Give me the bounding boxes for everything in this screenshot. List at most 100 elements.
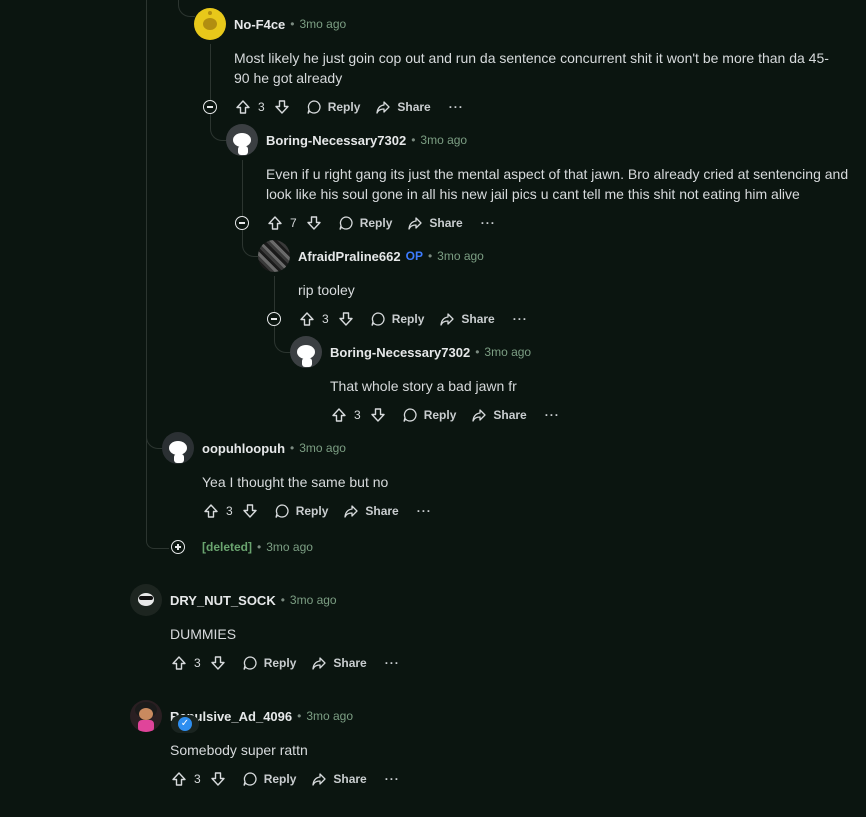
share-label: Share (333, 656, 367, 670)
avatar[interactable] (258, 240, 290, 272)
comment-author[interactable]: Boring-Necessary7302 (330, 345, 470, 360)
expand-toggle-icon[interactable] (171, 540, 185, 554)
separator-dot: • (280, 593, 285, 607)
avatar[interactable] (290, 336, 322, 368)
reply-button[interactable]: Reply (241, 654, 296, 672)
comment-time[interactable]: 3mo ago (437, 249, 484, 263)
reply-icon (273, 502, 291, 520)
share-icon (438, 310, 456, 328)
avatar[interactable] (130, 700, 162, 732)
vote-score: 7 (290, 216, 297, 230)
thread-line (274, 276, 275, 312)
comment-time[interactable]: 3mo ago (299, 441, 346, 455)
thread-curve (178, 0, 195, 17)
upvote-icon[interactable] (298, 310, 316, 328)
reply-icon (241, 770, 259, 788)
upvote-icon[interactable] (170, 770, 188, 788)
comment-header: No-F4ce • 3mo ago (194, 8, 346, 40)
share-button[interactable]: Share (342, 502, 399, 520)
verified-check-icon: ✓ (178, 717, 192, 731)
comment-author[interactable]: AfraidPraline662 (298, 249, 401, 264)
more-options-icon[interactable]: ··· (545, 408, 560, 422)
share-button[interactable]: Share (406, 214, 463, 232)
upvote-icon[interactable] (266, 214, 284, 232)
shirt-icon (138, 720, 154, 732)
share-icon (470, 406, 488, 424)
antenna-icon (208, 11, 212, 15)
separator-dot: • (290, 17, 295, 31)
upvote-icon[interactable] (202, 502, 220, 520)
share-button[interactable]: Share (310, 654, 367, 672)
comment-body: rip tooley (298, 282, 355, 298)
avatar[interactable] (194, 8, 226, 40)
comment-time[interactable]: 3mo ago (420, 133, 467, 147)
comment-header: Repulsive_Ad_4096 • 3mo ago (130, 700, 353, 732)
comment-author[interactable]: DRY_NUT_SOCK (170, 593, 276, 608)
reply-button[interactable]: Reply (337, 214, 393, 232)
downvote-icon[interactable] (209, 770, 227, 788)
more-options-icon[interactable]: ··· (513, 312, 528, 326)
more-options-icon[interactable]: ··· (385, 772, 400, 786)
vote-score: 3 (226, 504, 233, 518)
share-icon (374, 98, 392, 116)
collapse-toggle-icon[interactable] (267, 312, 281, 326)
reply-icon (305, 98, 323, 116)
share-button[interactable]: Share (374, 98, 431, 116)
share-button[interactable]: Share (470, 406, 527, 424)
comment-author[interactable]: oopuhloopuh (202, 441, 285, 456)
comment-actions: 3 Reply Share ··· (170, 651, 400, 675)
reply-icon (241, 654, 259, 672)
collapse-toggle-icon[interactable] (203, 100, 217, 114)
achievement-badge[interactable]: ✓ (171, 715, 199, 733)
reply-button[interactable]: Reply (401, 406, 456, 424)
reply-icon (401, 406, 419, 424)
share-icon (342, 502, 360, 520)
share-icon (310, 770, 328, 788)
comment-header: oopuhloopuh • 3mo ago (162, 432, 346, 464)
comment-author: [deleted] (202, 540, 253, 554)
snoo-face-icon (203, 18, 217, 30)
downvote-icon[interactable] (209, 654, 227, 672)
downvote-icon[interactable] (369, 406, 387, 424)
collapse-toggle-icon[interactable] (235, 216, 249, 230)
thread-line (210, 44, 211, 100)
reply-button[interactable]: Reply (241, 770, 296, 788)
downvote-icon[interactable] (273, 98, 291, 116)
more-options-icon[interactable]: ··· (449, 100, 464, 114)
more-options-icon[interactable]: ··· (417, 504, 432, 518)
upvote-icon[interactable] (234, 98, 252, 116)
downvote-icon[interactable] (305, 214, 323, 232)
comment-header: AfraidPraline662 OP • 3mo ago (258, 240, 484, 272)
reply-icon (369, 310, 387, 328)
share-icon (406, 214, 424, 232)
reply-button[interactable]: Reply (369, 310, 424, 328)
reply-button[interactable]: Reply (305, 98, 360, 116)
separator-dot: • (297, 709, 302, 723)
share-label: Share (461, 312, 495, 326)
comment-author[interactable]: Boring-Necessary7302 (266, 133, 406, 148)
comment-time[interactable]: 3mo ago (266, 540, 313, 554)
upvote-icon[interactable] (330, 406, 348, 424)
more-options-icon[interactable]: ··· (481, 216, 496, 230)
reply-label: Reply (359, 216, 393, 230)
avatar[interactable] (226, 124, 258, 156)
comment-header: Boring-Necessary7302 • 3mo ago (290, 336, 531, 368)
thread-line (146, 0, 147, 540)
downvote-icon[interactable] (337, 310, 355, 328)
comment-time[interactable]: 3mo ago (290, 593, 337, 607)
comment-time[interactable]: 3mo ago (300, 17, 347, 31)
avatar[interactable] (162, 432, 194, 464)
comment-body: Even if u right gang its just the mental… (266, 166, 849, 202)
comment-author[interactable]: No-F4ce (234, 17, 285, 32)
comment-time[interactable]: 3mo ago (484, 345, 531, 359)
reply-button[interactable]: Reply (273, 502, 328, 520)
comment-actions: 3 Reply Share ··· (330, 403, 560, 427)
share-icon (310, 654, 328, 672)
avatar[interactable] (130, 584, 162, 616)
upvote-icon[interactable] (170, 654, 188, 672)
share-button[interactable]: Share (310, 770, 367, 788)
comment-time[interactable]: 3mo ago (306, 709, 353, 723)
more-options-icon[interactable]: ··· (385, 656, 400, 670)
share-button[interactable]: Share (438, 310, 495, 328)
downvote-icon[interactable] (241, 502, 259, 520)
